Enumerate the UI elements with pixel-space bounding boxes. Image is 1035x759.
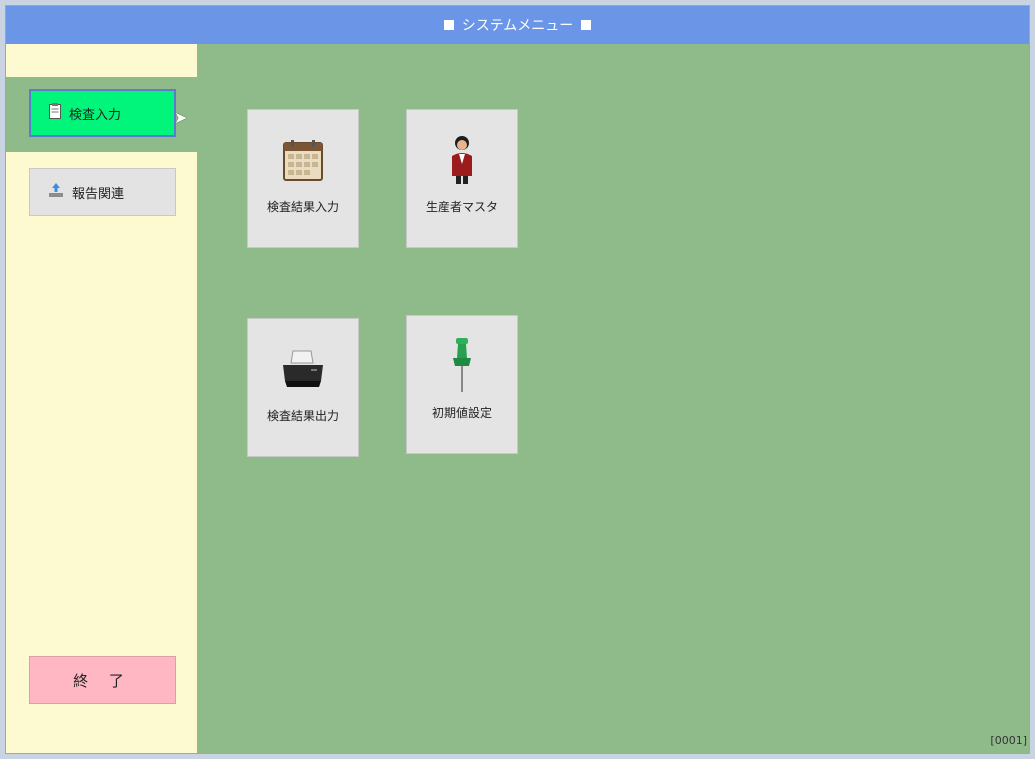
tile-label: 検査結果出力 <box>266 409 339 423</box>
tile-label: 検査結果入力 <box>266 200 339 214</box>
upload-tray-icon <box>48 182 64 202</box>
exit-button[interactable]: 終 了 <box>29 656 176 704</box>
title-right-square-icon <box>581 20 592 30</box>
clipboard-icon <box>49 103 61 123</box>
sidebar: 検査入力 報告関連 終 了 <box>6 44 197 753</box>
person-icon <box>447 132 477 188</box>
title-bar: システムメニュー <box>6 6 1029 44</box>
tile-producer-master[interactable]: 生産者マスタ <box>406 109 518 248</box>
pushpin-icon <box>450 338 474 394</box>
calendar-icon <box>283 132 323 188</box>
tile-inspection-result-input[interactable]: 検査結果入力 <box>247 109 359 248</box>
sidebar-item-inspection-input[interactable]: 検査入力 <box>29 89 176 137</box>
tile-label: 初期値設定 <box>431 406 492 420</box>
tile-label: 生産者マスタ <box>425 200 498 214</box>
sidebar-item-label: 報告関連 <box>72 186 125 202</box>
tile-initial-value-settings[interactable]: 初期値設定 <box>406 315 518 454</box>
tile-inspection-result-output[interactable]: 検査結果出力 <box>247 318 359 457</box>
app-window: システムメニュー 検査入力 報告関連 終 了 検査結果入力 生産者マスタ 検査結… <box>5 5 1030 754</box>
sidebar-item-label: 検査入力 <box>69 107 122 123</box>
title-left-square-icon <box>443 20 454 30</box>
sidebar-item-report[interactable]: 報告関連 <box>29 168 176 216</box>
printer-icon <box>281 341 325 397</box>
mouse-cursor-icon: ➤ <box>174 108 188 127</box>
window-title: システムメニュー <box>461 18 574 34</box>
screen-code: [0001] <box>990 734 1027 747</box>
